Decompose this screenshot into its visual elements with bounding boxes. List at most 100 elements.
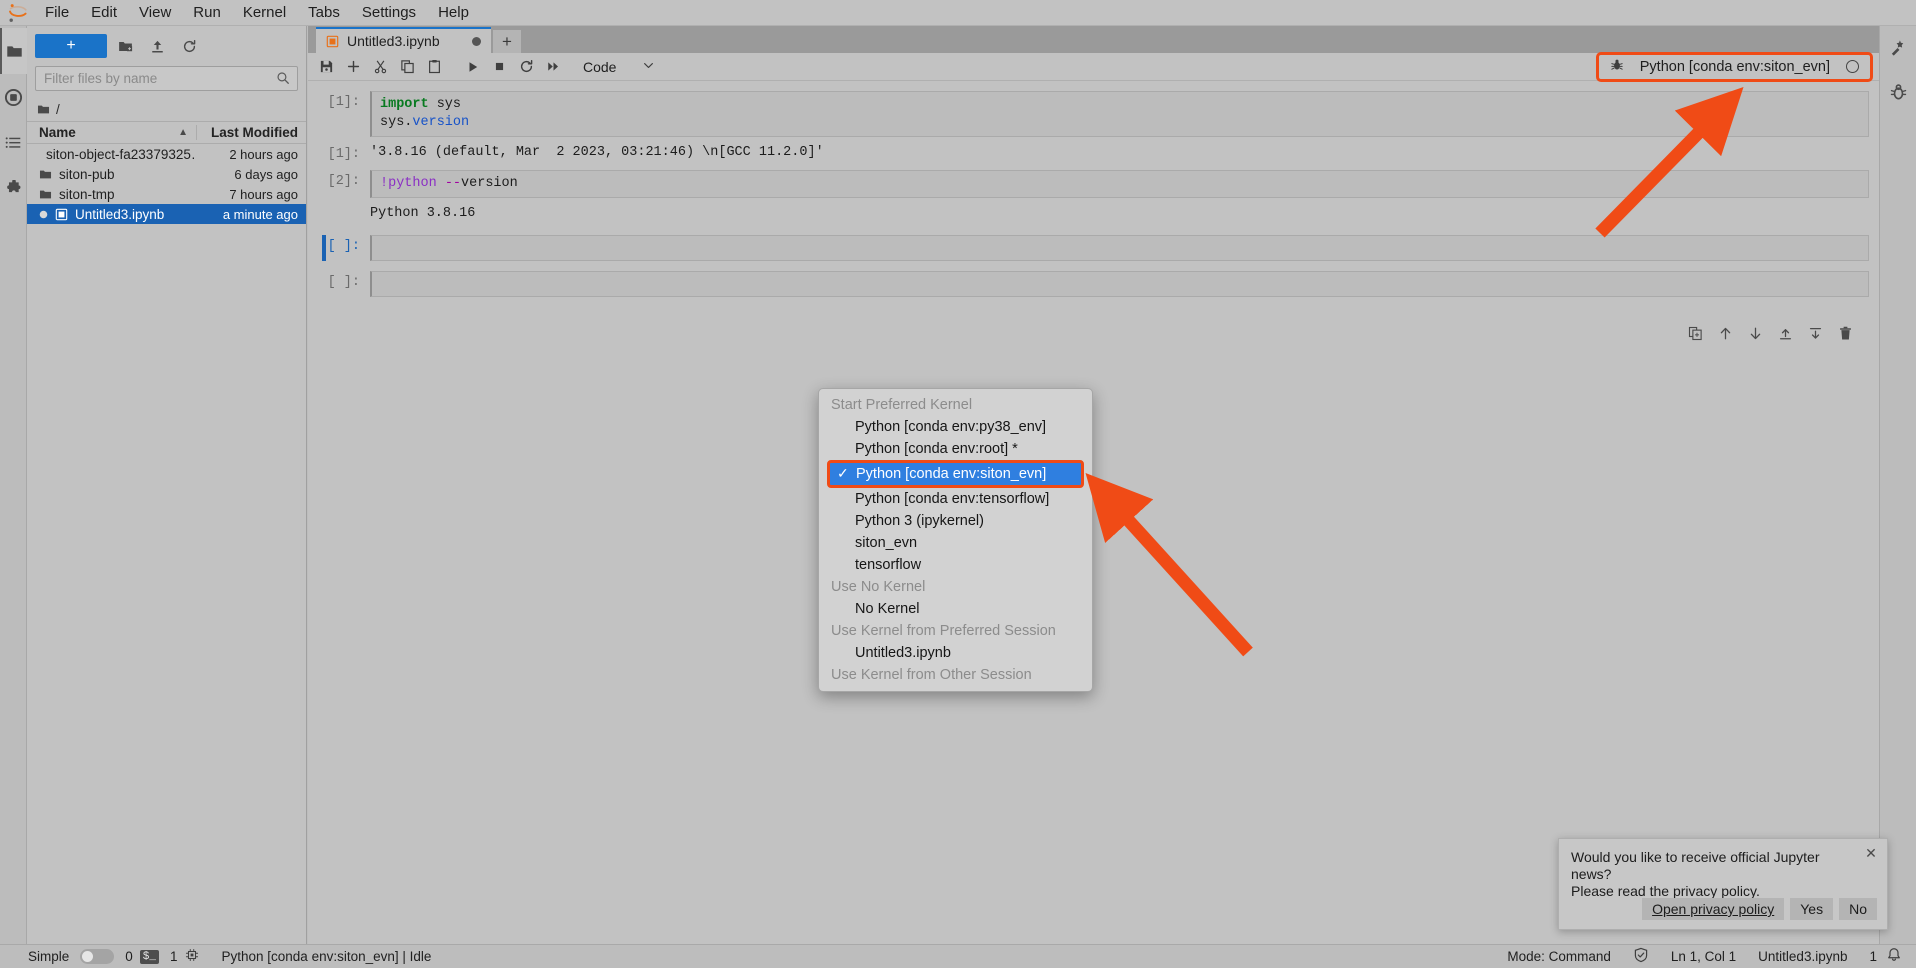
- insert-cell-above-icon[interactable]: [1775, 323, 1795, 343]
- search-icon: [276, 71, 290, 90]
- menu-item-settings[interactable]: Settings: [351, 1, 427, 25]
- tab-untitled3-ipynb[interactable]: Untitled3.ipynb: [316, 27, 491, 53]
- code-cell[interactable]: [1]: import sys sys.version: [308, 91, 1879, 137]
- running-terminals-icon[interactable]: [0, 74, 27, 120]
- menu-item-python-tensorflow[interactable]: Python [conda env:tensorflow]: [819, 488, 1092, 510]
- restart-and-run-all-icon[interactable]: [541, 55, 566, 79]
- duplicate-cell-icon[interactable]: [1685, 323, 1705, 343]
- insert-cell-icon[interactable]: [341, 55, 366, 79]
- kernel-count-group[interactable]: 1: [170, 948, 199, 965]
- cell-editor[interactable]: [370, 235, 1869, 261]
- cell-type-select[interactable]: Code: [576, 56, 662, 78]
- cell-toolbar: [1685, 323, 1855, 343]
- current-file-label[interactable]: Untitled3.ipynb: [1758, 949, 1847, 964]
- run-icon[interactable]: [460, 55, 485, 79]
- list-item[interactable]: siton-tmp 7 hours ago: [27, 184, 306, 204]
- code-cell-active[interactable]: [ ]:: [308, 235, 1879, 261]
- copy-icon[interactable]: [395, 55, 420, 79]
- open-privacy-policy-button[interactable]: Open privacy policy: [1642, 898, 1785, 920]
- paste-icon[interactable]: [422, 55, 447, 79]
- file-name-cell: siton-object-fa23379325…: [27, 147, 196, 162]
- terminal-count-label: 0: [125, 949, 133, 964]
- refresh-icon[interactable]: [175, 33, 203, 59]
- cell-editor[interactable]: !python --version: [370, 170, 1869, 198]
- notebook-icon: [326, 35, 339, 47]
- breadcrumb[interactable]: /: [27, 97, 306, 121]
- menu-item-python-siton-evn[interactable]: ✓ Python [conda env:siton_evn]: [827, 460, 1084, 488]
- file-browser-toolbar: +: [27, 26, 306, 66]
- extension-manager-icon[interactable]: [0, 166, 27, 212]
- right-activity-rail: [1879, 26, 1916, 968]
- code-cell[interactable]: [ ]:: [308, 271, 1879, 297]
- file-browser-icon[interactable]: [0, 28, 27, 74]
- menu-item-help[interactable]: Help: [427, 1, 480, 25]
- column-header-name[interactable]: Name ▲: [27, 125, 196, 140]
- code-cell[interactable]: [2]: !python --version: [308, 170, 1879, 198]
- folder-icon: [39, 170, 52, 178]
- notification-group[interactable]: 1: [1869, 947, 1902, 966]
- add-tab-button[interactable]: +: [493, 30, 521, 53]
- jupyter-logo-icon: [0, 0, 34, 26]
- simple-mode-label: Simple: [28, 949, 70, 964]
- menu-item-file[interactable]: File: [34, 1, 80, 25]
- kernel-status-text[interactable]: Python [conda env:siton_evn] | Idle: [222, 949, 432, 964]
- kernel-selector-highlight: Python [conda env:siton_evn]: [1595, 51, 1873, 82]
- delete-cell-icon[interactable]: [1835, 323, 1855, 343]
- notebook-panel: Code Python [conda env:siton_evn] [1]: i…: [308, 51, 1879, 944]
- status-bar-right: Mode: Command Ln 1, Col 1 Untitled3.ipyn…: [1507, 947, 1916, 966]
- output-text: '3.8.16 (default, Mar 2 2023, 03:21:46) …: [370, 145, 824, 160]
- list-item[interactable]: siton-object-fa23379325… 2 hours ago: [27, 144, 306, 164]
- file-modified-label: 6 days ago: [234, 166, 298, 182]
- property-inspector-icon[interactable]: [1880, 26, 1916, 70]
- menu-item-no-kernel[interactable]: No Kernel: [819, 598, 1092, 620]
- chevron-down-icon: [642, 59, 655, 75]
- menu-item-run[interactable]: Run: [182, 1, 232, 25]
- upload-icon[interactable]: [143, 33, 171, 59]
- table-of-contents-icon[interactable]: [0, 120, 27, 166]
- menu-item-python-3-ipykernel[interactable]: Python 3 (ipykernel): [819, 510, 1092, 532]
- shield-check-icon[interactable]: [1633, 947, 1649, 966]
- menu-item-siton-evn[interactable]: siton_evn: [819, 532, 1092, 554]
- debugger-icon[interactable]: [1880, 70, 1916, 114]
- list-item-selected[interactable]: Untitled3.ipynb a minute ago: [27, 204, 306, 224]
- cell-editor[interactable]: import sys sys.version: [370, 91, 1869, 137]
- insert-cell-below-icon[interactable]: [1805, 323, 1825, 343]
- menu-item-python-root[interactable]: Python [conda env:root] *: [819, 438, 1092, 460]
- menu-item-tabs[interactable]: Tabs: [297, 1, 351, 25]
- kernel-selector-button[interactable]: Python [conda env:siton_evn]: [1602, 56, 1867, 78]
- simple-mode-toggle[interactable]: [80, 949, 115, 964]
- left-activity-rail: [0, 26, 27, 968]
- list-item[interactable]: siton-pub 6 days ago: [27, 164, 306, 184]
- cell-editor[interactable]: [370, 271, 1869, 297]
- menu-item-edit[interactable]: Edit: [80, 1, 128, 25]
- file-filter-input[interactable]: [35, 66, 298, 91]
- cursor-position-label[interactable]: Ln 1, Col 1: [1671, 949, 1736, 964]
- menu-item-tensorflow[interactable]: tensorflow: [819, 554, 1092, 576]
- save-icon[interactable]: [314, 55, 339, 79]
- menu-item-view[interactable]: View: [128, 1, 182, 25]
- move-cell-up-icon[interactable]: [1715, 323, 1735, 343]
- move-cell-down-icon[interactable]: [1745, 323, 1765, 343]
- menu-item-python-py38-env[interactable]: Python [conda env:py38_env]: [819, 416, 1092, 438]
- cut-icon[interactable]: [368, 55, 393, 79]
- menu-bar: File Edit View Run Kernel Tabs Settings …: [0, 0, 1916, 26]
- new-folder-icon[interactable]: [111, 33, 139, 59]
- unsaved-changes-indicator[interactable]: [472, 36, 481, 46]
- column-header-last-modified[interactable]: Last Modified: [196, 125, 306, 140]
- menu-group-use-kernel-other-session: Use Kernel from Other Session: [831, 667, 1032, 683]
- close-icon[interactable]: ✕: [1864, 846, 1878, 860]
- terminal-count-group[interactable]: 0 $_: [125, 949, 159, 964]
- stop-icon[interactable]: [487, 55, 512, 79]
- editor-mode-label[interactable]: Mode: Command: [1507, 949, 1611, 964]
- output-text: Python 3.8.16: [370, 206, 476, 221]
- no-button[interactable]: No: [1839, 898, 1877, 920]
- terminal-icon: $_: [139, 949, 159, 964]
- restart-kernel-icon[interactable]: [514, 55, 539, 79]
- cell-output: Python 3.8.16: [308, 204, 1879, 221]
- folder-icon: [39, 190, 52, 198]
- menu-item-untitled3-ipynb[interactable]: Untitled3.ipynb: [819, 642, 1092, 664]
- new-launcher-button[interactable]: +: [35, 34, 107, 58]
- cell-prompt: [ ]:: [327, 275, 360, 290]
- menu-item-kernel[interactable]: Kernel: [232, 1, 297, 25]
- yes-button[interactable]: Yes: [1790, 898, 1834, 920]
